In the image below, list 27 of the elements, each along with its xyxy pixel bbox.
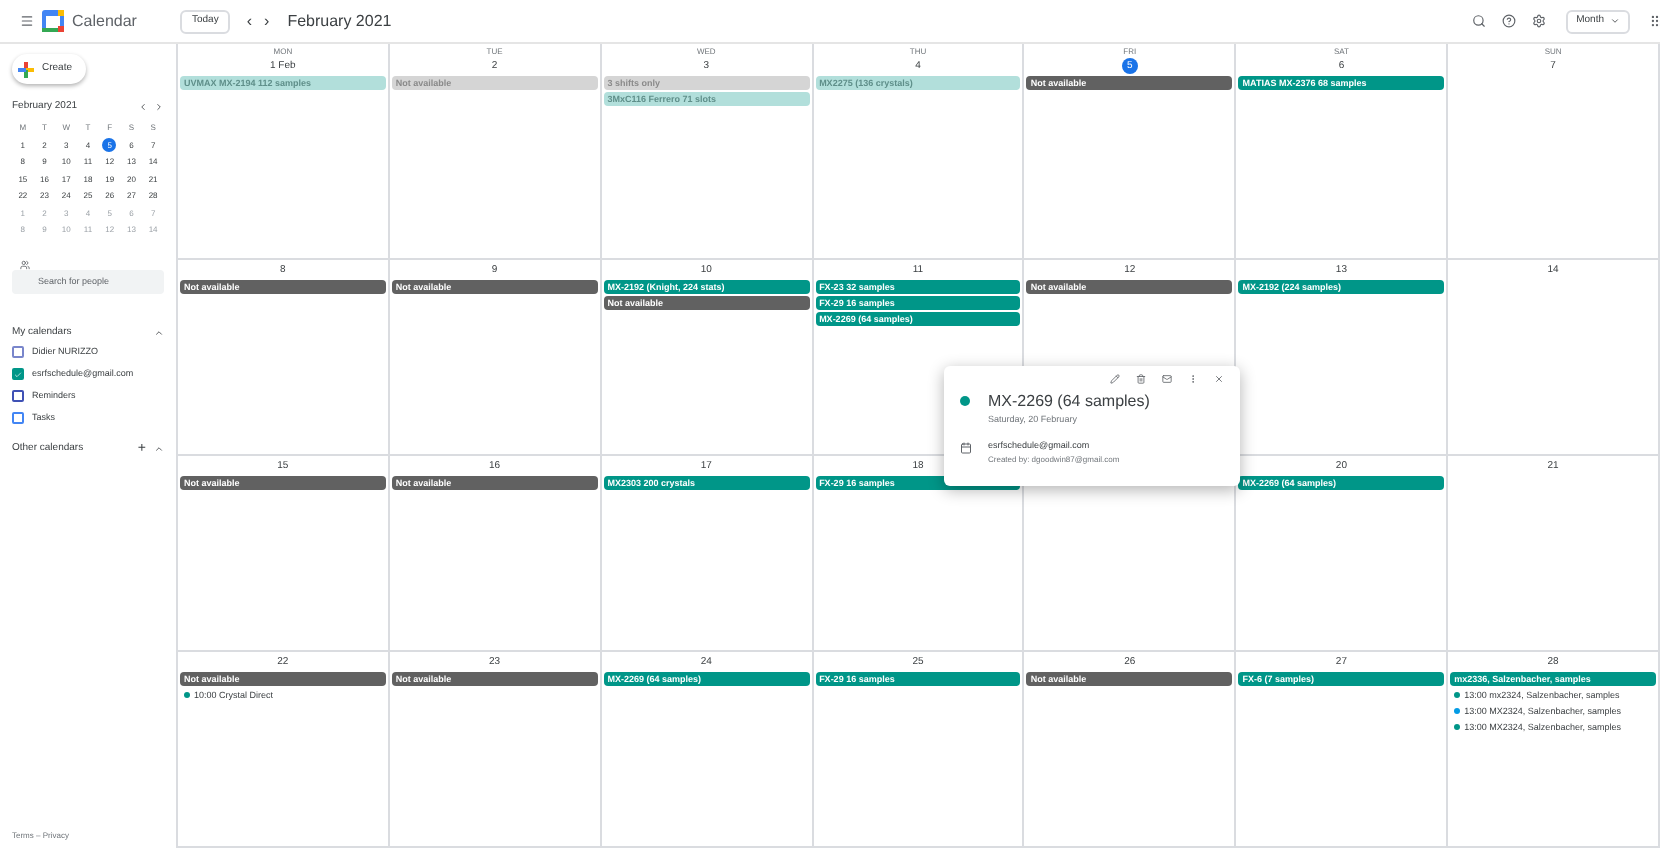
delete-icon[interactable] — [1136, 374, 1146, 384]
check-icon — [14, 369, 22, 379]
calendar-checkbox[interactable] — [12, 346, 24, 358]
settings-icon[interactable] — [1532, 14, 1547, 28]
month-title: February 2021 — [287, 9, 392, 33]
plus-icon — [18, 61, 34, 77]
calendar-logo-icon — [42, 10, 64, 32]
calendar-checkbox[interactable] — [12, 368, 24, 380]
calendar-checkbox[interactable] — [12, 390, 24, 402]
previous-month-icon[interactable] — [138, 102, 148, 113]
collapse-icon[interactable] — [154, 328, 164, 339]
next-button[interactable]: › — [264, 13, 270, 29]
help-icon[interactable] — [1502, 14, 1517, 28]
edit-icon[interactable] — [1110, 374, 1120, 384]
collapse-icon[interactable] — [154, 443, 164, 454]
mail-icon[interactable] — [1162, 374, 1172, 384]
app-title: Calendar — [72, 9, 137, 33]
menu-icon[interactable] — [20, 14, 34, 28]
apps-icon[interactable] — [1650, 14, 1660, 28]
calendar-icon — [960, 441, 972, 454]
search-icon[interactable] — [1472, 14, 1487, 28]
caret-icon — [1610, 16, 1620, 26]
event-title: MX-2269 (64 samples) — [988, 390, 1150, 414]
next-month-icon[interactable] — [154, 102, 164, 113]
previous-button[interactable]: ‹ — [246, 13, 253, 29]
people-icon — [20, 259, 30, 269]
calendar-checkbox[interactable] — [12, 412, 24, 424]
